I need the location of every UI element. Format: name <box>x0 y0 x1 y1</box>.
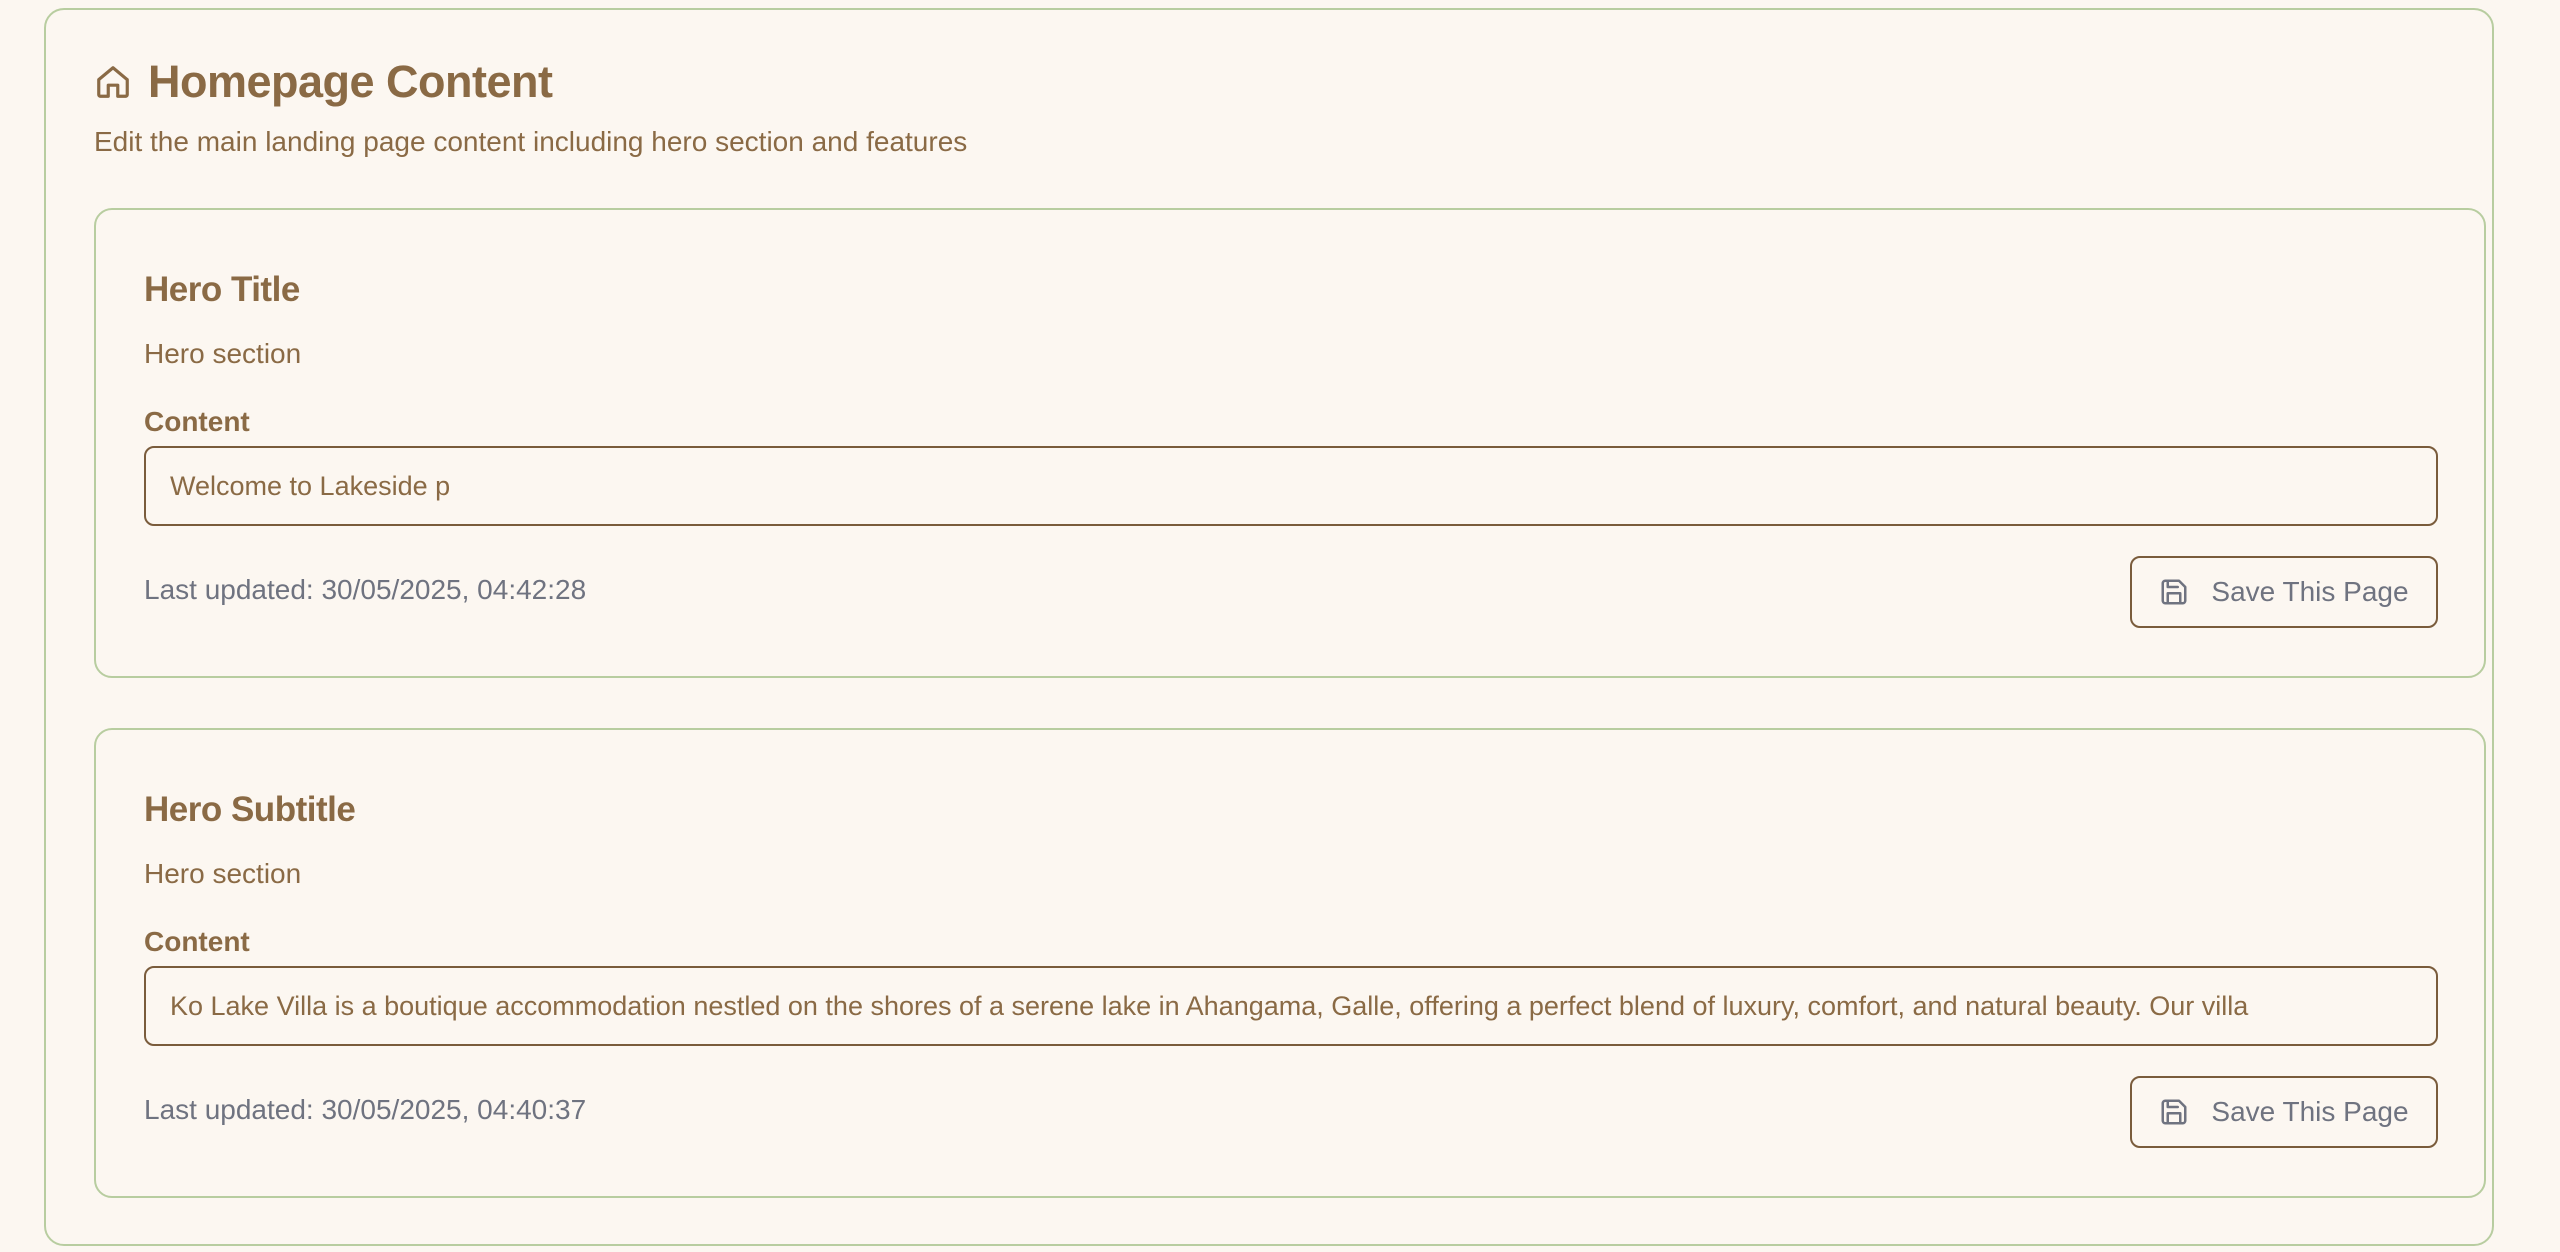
title-row: Homepage Content <box>94 56 967 108</box>
home-icon <box>94 63 132 101</box>
save-page-button[interactable]: Save This Page <box>2130 1076 2438 1148</box>
last-updated-text: Last updated: 30/05/2025, 04:40:37 <box>144 1094 587 1125</box>
page-title: Homepage Content <box>148 56 553 107</box>
content-card-hero-title: Hero Title Hero section Content Last upd… <box>94 208 2486 678</box>
save-icon <box>2159 1097 2189 1127</box>
content-input[interactable] <box>144 966 2438 1046</box>
save-page-button[interactable]: Save This Page <box>2130 556 2438 628</box>
content-card-hero-subtitle: Hero Subtitle Hero section Content Last … <box>94 728 2486 1198</box>
card-title: Hero Title <box>144 270 300 309</box>
content-label: Content <box>144 406 250 437</box>
save-button-label: Save This Page <box>2211 1096 2409 1127</box>
content-panel: Homepage Content Edit the main landing p… <box>44 8 2494 1246</box>
page-subtitle: Edit the main landing page content inclu… <box>94 126 968 157</box>
card-title: Hero Subtitle <box>144 790 356 829</box>
save-button-label: Save This Page <box>2211 576 2409 607</box>
page-header: Homepage Content Edit the main landing p… <box>94 56 967 158</box>
card-section-label: Hero section <box>144 338 302 369</box>
card-section-label: Hero section <box>144 858 302 889</box>
last-updated-text: Last updated: 30/05/2025, 04:42:28 <box>144 574 587 605</box>
save-icon <box>2159 577 2189 607</box>
content-input[interactable] <box>144 446 2438 526</box>
content-label: Content <box>144 926 250 957</box>
